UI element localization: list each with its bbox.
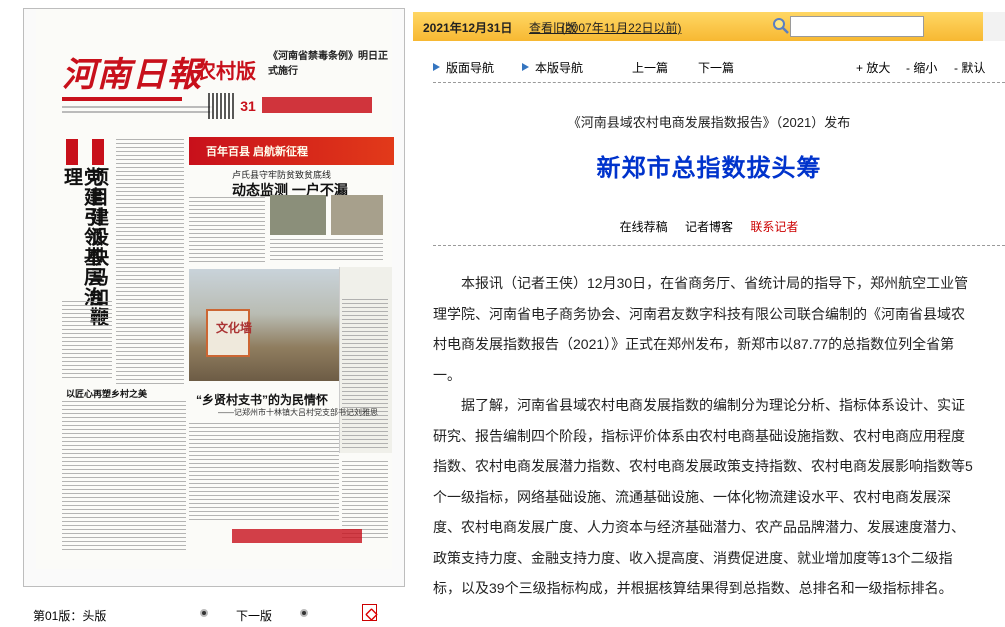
bottom-banner <box>232 529 362 543</box>
article-subtitle: 《河南县域农村电商发展指数报告》（2021）发布 <box>567 115 851 130</box>
news-photo[interactable] <box>331 195 383 235</box>
article-text-block[interactable] <box>270 239 383 263</box>
zoom-out-button[interactable]: - 缩小 <box>906 59 937 76</box>
lower-subhead[interactable]: ——记郑州市十林镇大吕村党支部书记刘雅思 <box>218 407 378 418</box>
column-tag <box>66 139 78 165</box>
search-icon[interactable] <box>771 16 791 36</box>
article-nav-button[interactable]: 本版导航 <box>522 59 583 76</box>
edition-label: 第01版：头版 <box>33 609 107 623</box>
article-body: 本报讯（记者王侠）12月30日，在省商务厅、省统计局的指导下，郑州航空工业管理学… <box>433 268 973 604</box>
masthead-info <box>62 103 212 117</box>
toolbar-divider <box>433 82 1005 83</box>
arrow-right-icon <box>433 63 440 71</box>
arrow-right-icon <box>522 63 529 71</box>
feature-banner-text: 百年百县 启航新征程 <box>206 146 309 158</box>
article-text-block[interactable] <box>342 299 388 449</box>
article-title: 新郑市总指数拔头筹 <box>596 155 822 182</box>
default-size-button[interactable]: - 默认 <box>954 59 985 76</box>
masthead-subtitle: 农村版 <box>196 59 256 83</box>
current-date: 2021年12月31日 <box>423 21 513 35</box>
news-photo[interactable] <box>270 195 326 235</box>
newspaper-page-frame[interactable]: 河南日報 农村版 《河南省禁毒条例》明日正式施行 31 党建引领基层治理 项目建… <box>23 8 405 587</box>
photo-label: 文化墙 <box>216 321 253 335</box>
contact-reporter-link[interactable]: 联系记者 <box>750 220 798 234</box>
article-text-block[interactable] <box>189 197 265 263</box>
top-bar: 2021年12月31日 查看旧版 (2007年11月22日以前) <box>413 12 1005 41</box>
masthead-rule <box>62 97 182 101</box>
top-bar-end <box>983 12 1005 41</box>
plus-icon: + <box>856 61 867 75</box>
masthead-headline: 《河南省禁毒条例》明日正式施行 <box>268 51 388 77</box>
article-toolbar: 版面导航 本版导航 上一篇 下一篇 + 放大 - 缩小 - 默认 <box>430 55 1005 79</box>
left-lower-headline[interactable]: 以匠心再塑乡村之美 <box>66 387 147 400</box>
masthead-banner <box>262 97 372 113</box>
qr-code-icon <box>208 93 234 119</box>
page-nav-button[interactable]: 版面导航 <box>433 59 494 76</box>
article-text-block[interactable] <box>62 401 186 551</box>
next-page-bullet-icon <box>200 609 208 617</box>
article-divider <box>433 245 1005 246</box>
next-page-link[interactable]: 下一版 <box>236 607 272 624</box>
reporter-blog-link[interactable]: 记者博客 <box>685 220 733 234</box>
old-edition-range-link[interactable]: (2007年11月22日以前) <box>561 19 682 36</box>
pdf-download-icon[interactable] <box>362 604 377 621</box>
prev-article-button[interactable]: 上一篇 <box>632 59 668 76</box>
article-paragraph: 本报讯（记者王侠）12月30日，在省商务厅、省统计局的指导下，郑州航空工业管理学… <box>433 275 969 383</box>
masthead: 河南日報 农村版 《河南省禁毒条例》明日正式施行 31 <box>36 39 392 139</box>
search-input[interactable] <box>790 16 924 37</box>
article-text-block[interactable] <box>62 301 112 381</box>
column-tag <box>92 139 104 165</box>
online-recommend-link[interactable]: 在线荐稿 <box>620 220 668 234</box>
article-text-block[interactable] <box>189 423 339 523</box>
article-text-block[interactable] <box>116 139 184 387</box>
next-article-button[interactable]: 下一篇 <box>698 59 734 76</box>
lower-headline[interactable]: “乡贤村支书”的为民情怀 <box>196 391 328 408</box>
newspaper-page-image[interactable]: 河南日報 农村版 《河南省禁毒条例》明日正式施行 31 党建引领基层治理 项目建… <box>36 9 394 569</box>
masthead-date: 31 <box>240 98 256 114</box>
article-links: 在线荐稿 记者博客 联系记者 <box>433 218 985 235</box>
masthead-title: 河南日報 <box>62 55 202 95</box>
zoom-in-button[interactable]: + 放大 <box>856 59 890 76</box>
article-paragraph: 据了解，河南省县域农村电商发展指数的编制分为理论分析、指标体系设计、实证研究、报… <box>433 397 973 596</box>
next-page-bullet-icon <box>300 609 308 617</box>
